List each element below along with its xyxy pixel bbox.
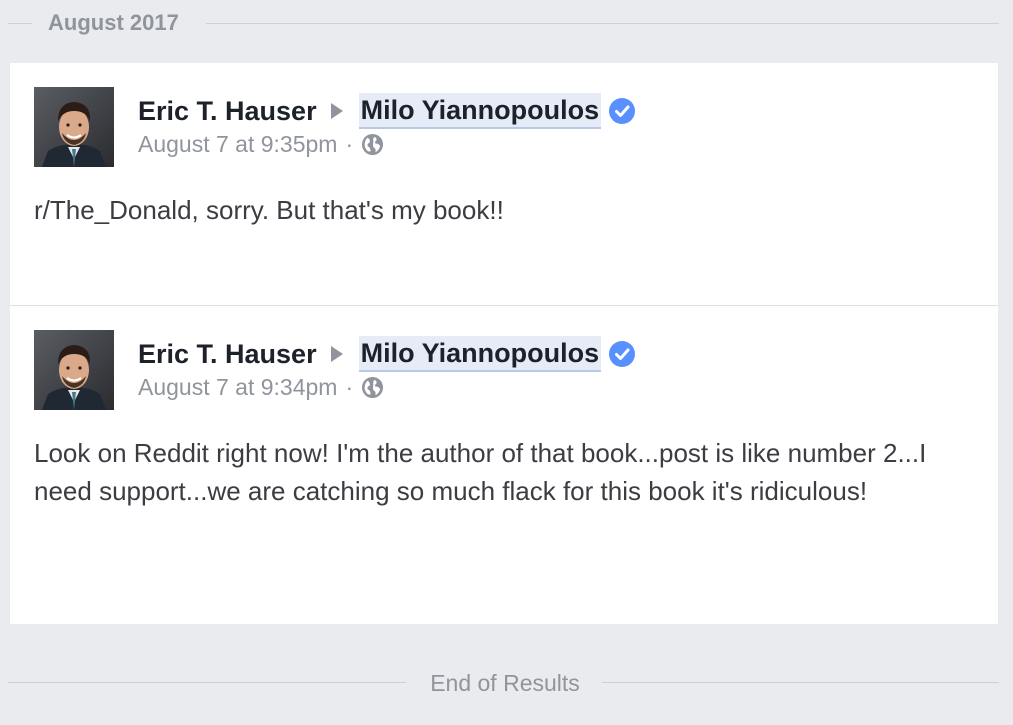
author-link[interactable]: Eric T. Hauser (138, 93, 317, 129)
section-divider-left (8, 23, 32, 24)
target-profile-link[interactable]: Milo Yiannopoulos (358, 336, 602, 372)
end-of-results-label: End of Results (430, 670, 580, 696)
avatar[interactable] (34, 330, 114, 410)
post-meta: August 7 at 9:34pm · (138, 372, 384, 402)
target-profile-link[interactable]: Milo Yiannopoulos (358, 93, 602, 129)
post: Eric T. Hauser Milo Yiannopoulos August … (10, 306, 998, 624)
meta-separator: · (345, 373, 354, 400)
globe-icon[interactable] (361, 133, 384, 156)
post-text: r/The_Donald, sorry. But that's my book!… (34, 195, 504, 225)
avatar-image (34, 87, 114, 167)
post-text: Look on Reddit right now! I'm the author… (34, 438, 927, 506)
verified-badge-icon (609, 341, 636, 367)
verified-badge-icon (609, 98, 636, 124)
results-footer: End of Results (0, 664, 1013, 702)
avatar[interactable] (34, 87, 114, 167)
post-header: Eric T. Hauser Milo Yiannopoulos (138, 93, 636, 129)
footer-divider-right (602, 682, 999, 683)
author-link[interactable]: Eric T. Hauser (138, 336, 317, 372)
section-header: August 2017 (0, 0, 1013, 46)
avatar-image (34, 330, 114, 410)
post-timestamp[interactable]: August 7 at 9:34pm (138, 374, 337, 401)
meta-separator: · (345, 130, 354, 157)
globe-icon[interactable] (361, 376, 384, 399)
post-header: Eric T. Hauser Milo Yiannopoulos (138, 336, 636, 372)
section-title: August 2017 (48, 10, 179, 35)
results-list: Eric T. Hauser Milo Yiannopoulos August … (10, 63, 998, 624)
post: Eric T. Hauser Milo Yiannopoulos August … (10, 63, 998, 305)
arrow-right-icon (330, 346, 343, 362)
post-meta: August 7 at 9:35pm · (138, 129, 384, 159)
post-timestamp[interactable]: August 7 at 9:35pm (138, 131, 337, 158)
arrow-right-icon (330, 103, 343, 119)
section-divider-right (206, 23, 999, 24)
